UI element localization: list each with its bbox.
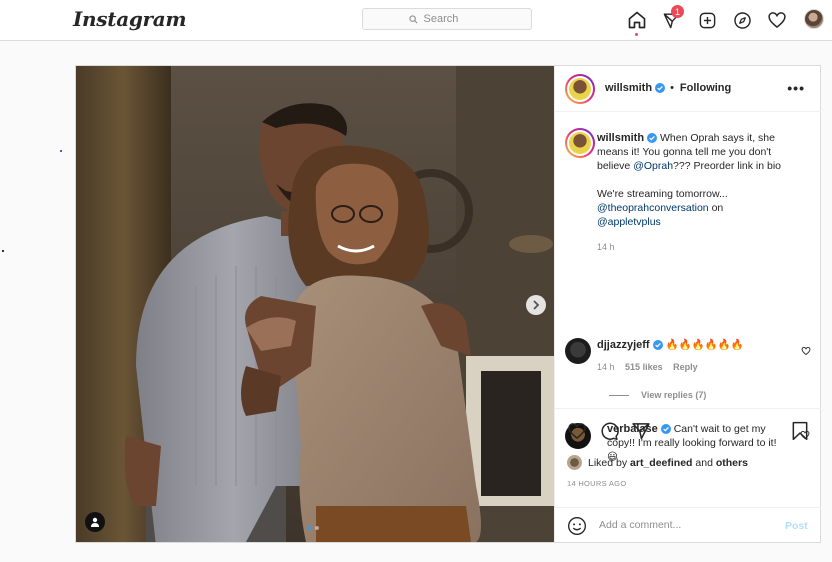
notification-badge: 1 xyxy=(671,5,684,18)
post-side-panel: willsmith • Following ••• willsmith When… xyxy=(554,66,821,543)
mention-link[interactable]: @appletvplus xyxy=(597,216,661,228)
carousel-indicator xyxy=(308,526,319,530)
carousel-dot-active xyxy=(308,526,312,530)
liked-by-avatar[interactable] xyxy=(567,455,582,470)
next-photo-button[interactable] xyxy=(526,295,546,315)
save-icon[interactable] xyxy=(791,421,809,441)
new-post-icon[interactable] xyxy=(696,9,718,31)
share-icon[interactable] xyxy=(631,421,651,441)
explore-icon[interactable] xyxy=(731,9,753,31)
view-replies-button[interactable]: View replies (7) xyxy=(641,390,706,400)
photo-illustration xyxy=(76,66,554,542)
comment-text: 🔥🔥🔥🔥🔥🔥 xyxy=(665,339,744,351)
stray-dot xyxy=(60,150,62,152)
mention-link[interactable]: @Oprah xyxy=(633,160,673,172)
verified-icon xyxy=(647,133,658,143)
search-icon xyxy=(408,14,417,23)
commenter-avatar[interactable] xyxy=(565,338,591,364)
following-button[interactable]: Following xyxy=(680,82,731,94)
stray-dot xyxy=(2,250,4,252)
post-card: willsmith • Following ••• willsmith When… xyxy=(75,65,821,543)
post-comment-button[interactable]: Post xyxy=(785,520,808,532)
caption-author-avatar[interactable] xyxy=(565,128,595,158)
more-options-icon[interactable]: ••• xyxy=(787,80,805,96)
activity-icon[interactable] xyxy=(766,9,788,31)
search-input[interactable] xyxy=(421,12,486,26)
caption-time: 14 h xyxy=(597,242,615,252)
carousel-dot xyxy=(315,526,319,530)
search-box[interactable] xyxy=(362,8,532,30)
home-icon[interactable] xyxy=(626,9,648,31)
add-comment-row: Post xyxy=(555,507,821,544)
emoji-icon[interactable] xyxy=(567,516,587,536)
post-header: willsmith • Following ••• xyxy=(555,66,821,112)
tagged-users-button[interactable] xyxy=(85,512,105,532)
caption-text: willsmith When Oprah says it, she means … xyxy=(597,132,782,252)
verified-icon xyxy=(652,340,663,350)
liked-by-others[interactable]: others xyxy=(716,457,748,469)
comment-username[interactable]: djjazzyjeff xyxy=(597,339,650,351)
verified-icon xyxy=(655,83,666,93)
comments-section: willsmith When Oprah says it, she means … xyxy=(555,112,821,408)
person-icon xyxy=(91,517,99,527)
like-icon[interactable] xyxy=(567,421,587,441)
comment-likes[interactable]: 515 likes xyxy=(625,362,663,372)
liked-by: Liked by art_deefined and others xyxy=(567,455,748,470)
comment-item: djjazzyjeff 🔥🔥🔥🔥🔥🔥 14 h 515 likes Reply xyxy=(597,338,783,374)
comment-time: 14 h xyxy=(597,362,615,372)
post-actions: Liked by art_deefined and others 14 HOUR… xyxy=(555,408,821,543)
post-photo[interactable] xyxy=(76,66,554,542)
author-username[interactable]: willsmith xyxy=(605,82,652,94)
chevron-right-icon xyxy=(533,300,540,310)
comment-like-icon[interactable] xyxy=(801,346,811,356)
mention-link[interactable]: @theoprahconversation xyxy=(597,202,709,214)
replies-divider xyxy=(609,395,629,396)
comment-icon[interactable] xyxy=(599,421,619,441)
post-timestamp[interactable]: 14 HOURS AGO xyxy=(567,479,626,488)
top-nav: Instagram 1 xyxy=(0,0,832,41)
caption-username[interactable]: willsmith xyxy=(597,132,644,144)
author-avatar[interactable] xyxy=(565,74,595,104)
separator-dot: • xyxy=(670,82,674,94)
profile-avatar[interactable] xyxy=(804,9,824,29)
instagram-logo[interactable]: Instagram xyxy=(73,7,187,31)
home-active-indicator xyxy=(635,33,638,36)
direct-icon[interactable]: 1 xyxy=(660,5,684,31)
reply-button[interactable]: Reply xyxy=(673,362,698,372)
liked-by-user[interactable]: art_deefined xyxy=(630,457,692,469)
add-comment-input[interactable] xyxy=(597,518,771,532)
